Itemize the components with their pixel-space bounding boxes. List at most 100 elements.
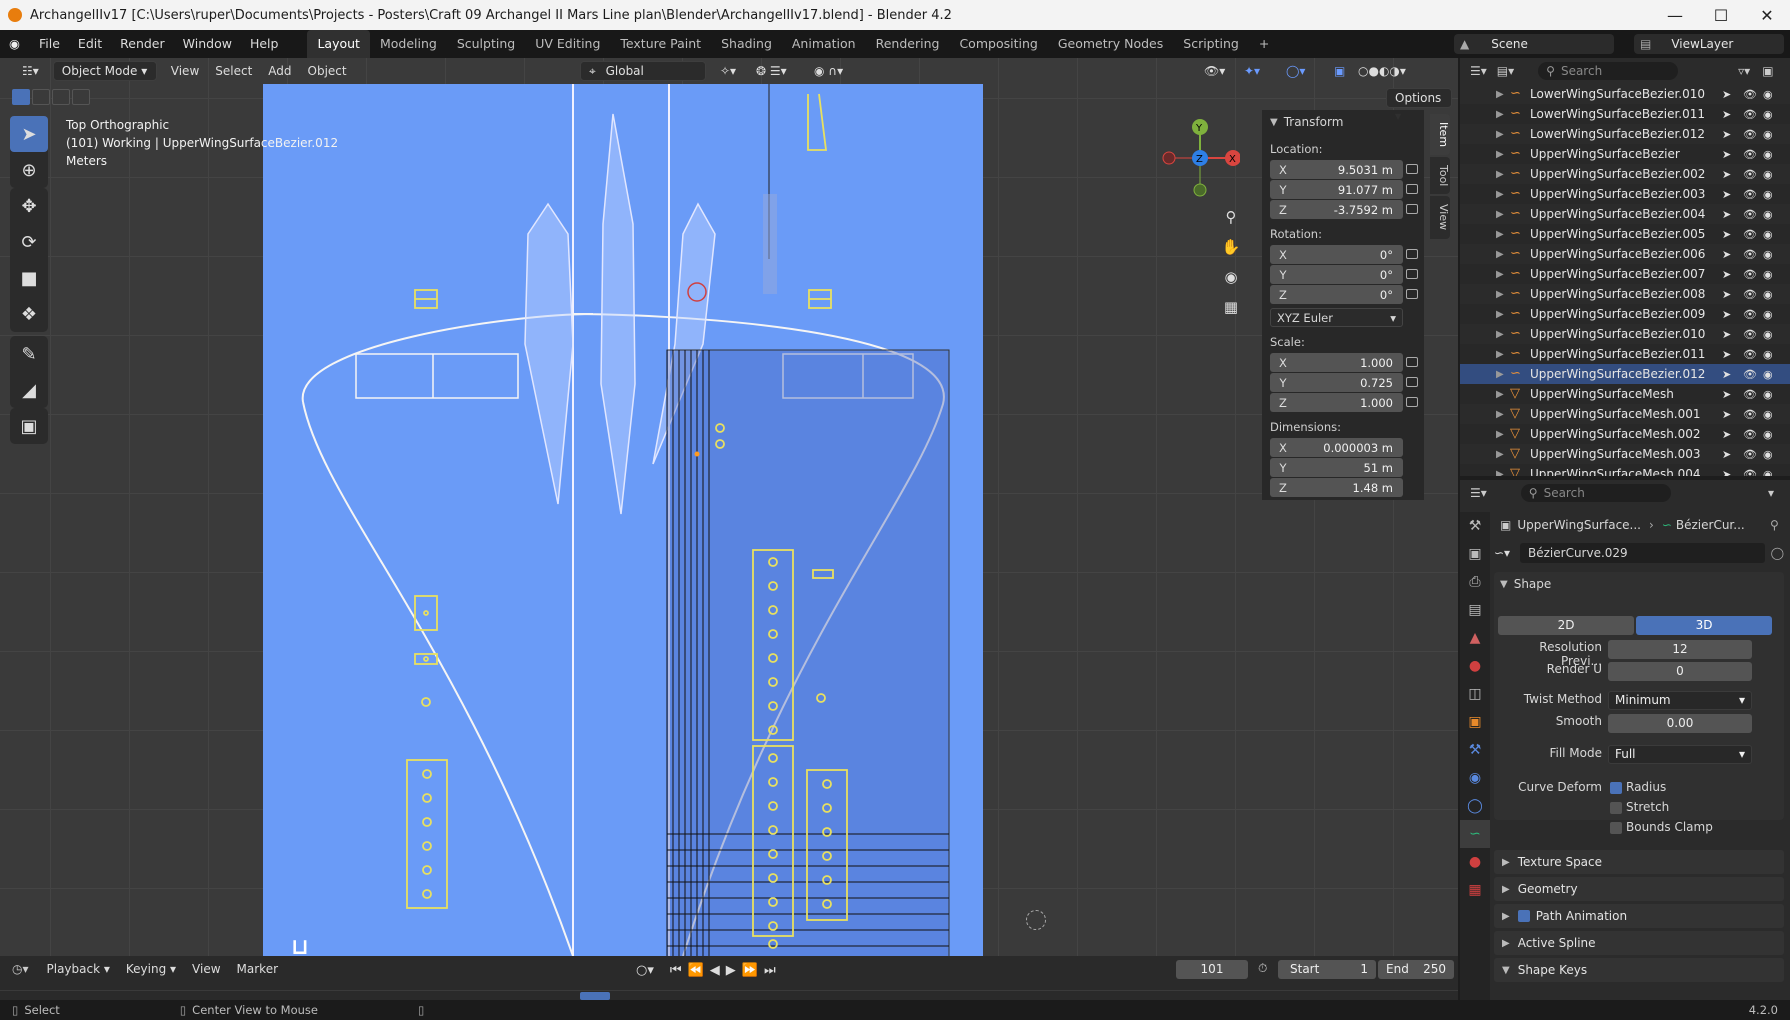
texture-space-panel-header[interactable]: ▶ Texture Space bbox=[1494, 850, 1784, 874]
render-camera-icon[interactable]: ◉ bbox=[1763, 288, 1773, 301]
outliner-row[interactable]: ▶ ▽ UpperWingSurfaceMesh ➤ 👁 ◉ bbox=[1460, 384, 1790, 404]
expand-arrow-icon[interactable]: ▶ bbox=[1496, 389, 1510, 400]
cursor-tool-icon[interactable]: ⊕ bbox=[10, 152, 48, 188]
curve-datablock-icon[interactable]: ∽▾ bbox=[1494, 546, 1520, 560]
render-camera-icon[interactable]: ◉ bbox=[1763, 208, 1773, 221]
add-workspace-icon[interactable]: + bbox=[1249, 30, 1279, 58]
rotation-mode-select[interactable]: XYZ Euler ▾ bbox=[1270, 308, 1403, 327]
render-camera-icon[interactable]: ◉ bbox=[1763, 268, 1773, 281]
tab-compositing[interactable]: Compositing bbox=[949, 30, 1047, 58]
menu-help[interactable]: Help bbox=[241, 30, 288, 58]
playhead[interactable] bbox=[580, 992, 610, 1000]
lock-icon[interactable] bbox=[1406, 397, 1418, 407]
overlays-icon[interactable]: ◯▾ bbox=[1278, 61, 1313, 81]
outliner-row[interactable]: ▶ ∽ UpperWingSurfaceBezier.003 ➤ 👁 ◉ bbox=[1460, 184, 1790, 204]
expand-arrow-icon[interactable]: ▶ bbox=[1496, 329, 1510, 340]
pan-hand-icon[interactable]: ✋ bbox=[1219, 232, 1243, 262]
viewport-menu-add[interactable]: Add bbox=[260, 61, 299, 81]
expand-arrow-icon[interactable]: ▶ bbox=[1496, 289, 1510, 300]
outliner-row[interactable]: ▶ ∽ UpperWingSurfaceBezier.009 ➤ 👁 ◉ bbox=[1460, 304, 1790, 324]
render-camera-icon[interactable]: ◉ bbox=[1763, 388, 1773, 401]
proportional-edit-icon[interactable]: ◉ ∩▾ bbox=[806, 61, 851, 81]
stretch-checkbox[interactable] bbox=[1610, 802, 1622, 814]
visibility-eye-icon[interactable]: 👁 bbox=[1743, 88, 1757, 101]
play-icon[interactable]: ▶ bbox=[726, 963, 736, 978]
render-camera-icon[interactable]: ◉ bbox=[1763, 448, 1773, 461]
visibility-eye-icon[interactable]: 👁 bbox=[1743, 288, 1757, 301]
smooth-field[interactable]: 0.00 bbox=[1608, 714, 1752, 733]
dimensions-x-field[interactable]: X 0.000003 m bbox=[1270, 438, 1403, 457]
selectable-arrow-icon[interactable]: ➤ bbox=[1722, 348, 1731, 361]
datablock-name-field[interactable]: BézierCurve.029 bbox=[1520, 543, 1765, 563]
path-animation-checkbox[interactable] bbox=[1517, 910, 1530, 922]
rotation-y-field[interactable]: Y 0° bbox=[1270, 265, 1403, 284]
shape-keys-panel-header[interactable]: ▼ Shape Keys bbox=[1494, 958, 1784, 982]
outliner-row[interactable]: ▶ ∽ UpperWingSurfaceBezier.010 ➤ 👁 ◉ bbox=[1460, 324, 1790, 344]
outliner-row[interactable]: ▶ ▽ UpperWingSurfaceMesh.003 ➤ 👁 ◉ bbox=[1460, 444, 1790, 464]
outliner-row[interactable]: ▶ ∽ LowerWingSurfaceBezier.012 ➤ 👁 ◉ bbox=[1460, 124, 1790, 144]
expand-arrow-icon[interactable]: ▶ bbox=[1496, 149, 1510, 160]
dimensions-2d-button[interactable]: 2D bbox=[1498, 616, 1634, 635]
outliner-row[interactable]: ▶ ∽ UpperWingSurfaceBezier.005 ➤ 👁 ◉ bbox=[1460, 224, 1790, 244]
options-chevron-icon[interactable]: ▾ bbox=[1768, 486, 1774, 500]
filter-icon[interactable]: ▿▾ bbox=[1738, 64, 1750, 78]
render-camera-icon[interactable]: ◉ bbox=[1763, 168, 1773, 181]
visibility-eye-icon[interactable]: 👁 bbox=[1743, 408, 1757, 421]
expand-arrow-icon[interactable]: ▶ bbox=[1496, 309, 1510, 320]
outliner-row[interactable]: ▶ ∽ UpperWingSurfaceBezier.008 ➤ 👁 ◉ bbox=[1460, 284, 1790, 304]
render-camera-icon[interactable]: ◉ bbox=[1763, 348, 1773, 361]
jump-end-icon[interactable]: ⏭ bbox=[764, 963, 776, 978]
lock-icon[interactable] bbox=[1406, 289, 1418, 299]
tab-texture-paint[interactable]: Texture Paint bbox=[610, 30, 711, 58]
zoom-icon[interactable]: ⚲ bbox=[1219, 202, 1243, 232]
outliner-row[interactable]: ▶ ▽ UpperWingSurfaceMesh.001 ➤ 👁 ◉ bbox=[1460, 404, 1790, 424]
scale-y-field[interactable]: Y 0.725 bbox=[1270, 373, 1403, 392]
gizmo-icon[interactable]: ✦▾ bbox=[1236, 61, 1268, 81]
rotation-x-field[interactable]: X 0° bbox=[1270, 245, 1403, 264]
selectable-arrow-icon[interactable]: ➤ bbox=[1722, 308, 1731, 321]
expand-arrow-icon[interactable]: ▶ bbox=[1496, 129, 1510, 140]
tab-sculpting[interactable]: Sculpting bbox=[447, 30, 525, 58]
menu-render[interactable]: Render bbox=[111, 30, 174, 58]
selectable-arrow-icon[interactable]: ➤ bbox=[1722, 428, 1731, 441]
dimensions-y-field[interactable]: Y 51 m bbox=[1270, 458, 1403, 477]
expand-arrow-icon[interactable]: ▶ bbox=[1496, 349, 1510, 360]
expand-arrow-icon[interactable]: ▶ bbox=[1496, 189, 1510, 200]
timeline-menu-playback[interactable]: Playback ▾ bbox=[39, 959, 118, 979]
curve-data-tab-icon[interactable]: ∽ bbox=[1460, 820, 1490, 848]
render-camera-icon[interactable]: ◉ bbox=[1763, 428, 1773, 441]
render-camera-icon[interactable]: ◉ bbox=[1763, 108, 1773, 121]
select-extend-icon[interactable] bbox=[32, 89, 50, 105]
selectable-arrow-icon[interactable]: ➤ bbox=[1722, 128, 1731, 141]
start-frame-field[interactable]: Start 1 bbox=[1278, 960, 1376, 979]
tab-item[interactable]: Item bbox=[1430, 114, 1450, 156]
prev-keyframe-icon[interactable]: ⏪ bbox=[688, 963, 704, 978]
tab-shading[interactable]: Shading bbox=[711, 30, 782, 58]
selectable-arrow-icon[interactable]: ➤ bbox=[1722, 408, 1731, 421]
lock-icon[interactable] bbox=[1406, 377, 1418, 387]
visibility-eye-icon[interactable]: 👁 bbox=[1743, 228, 1757, 241]
options-button[interactable]: Options ▾ bbox=[1386, 88, 1452, 123]
3d-viewport[interactable]: ⊔ ☷▾ Object Mode ▾ View Select Add Objec… bbox=[0, 58, 1458, 956]
annotate-tool-icon[interactable]: ✎ bbox=[10, 336, 48, 372]
viewport-menu-view[interactable]: View bbox=[163, 61, 207, 81]
timeline-menu-marker[interactable]: Marker bbox=[229, 959, 286, 979]
view-layer-tab-icon[interactable]: ▤ bbox=[1460, 596, 1490, 624]
scale-x-field[interactable]: X 1.000 bbox=[1270, 353, 1403, 372]
outliner-row[interactable]: ▶ ∽ UpperWingSurfaceBezier.006 ➤ 👁 ◉ bbox=[1460, 244, 1790, 264]
outliner-row[interactable]: ▶ ∽ UpperWingSurfaceBezier.012 ➤ 👁 ◉ bbox=[1460, 364, 1790, 384]
viewport-menu-select[interactable]: Select bbox=[207, 61, 260, 81]
selectable-arrow-icon[interactable]: ➤ bbox=[1722, 148, 1731, 161]
expand-arrow-icon[interactable]: ▶ bbox=[1496, 89, 1510, 100]
visibility-eye-icon[interactable]: 👁 bbox=[1743, 268, 1757, 281]
tab-uv-editing[interactable]: UV Editing bbox=[525, 30, 610, 58]
outliner-row[interactable]: ▶ ∽ UpperWingSurfaceBezier.007 ➤ 👁 ◉ bbox=[1460, 264, 1790, 284]
fake-user-shield-icon[interactable]: ◯ bbox=[1771, 546, 1784, 560]
expand-arrow-icon[interactable]: ▶ bbox=[1496, 209, 1510, 220]
selectable-arrow-icon[interactable]: ➤ bbox=[1722, 468, 1731, 477]
menu-edit[interactable]: Edit bbox=[69, 30, 111, 58]
selectable-arrow-icon[interactable]: ➤ bbox=[1722, 168, 1731, 181]
render-camera-icon[interactable]: ◉ bbox=[1763, 368, 1773, 381]
expand-arrow-icon[interactable]: ▶ bbox=[1496, 369, 1510, 380]
expand-arrow-icon[interactable]: ▶ bbox=[1496, 249, 1510, 260]
